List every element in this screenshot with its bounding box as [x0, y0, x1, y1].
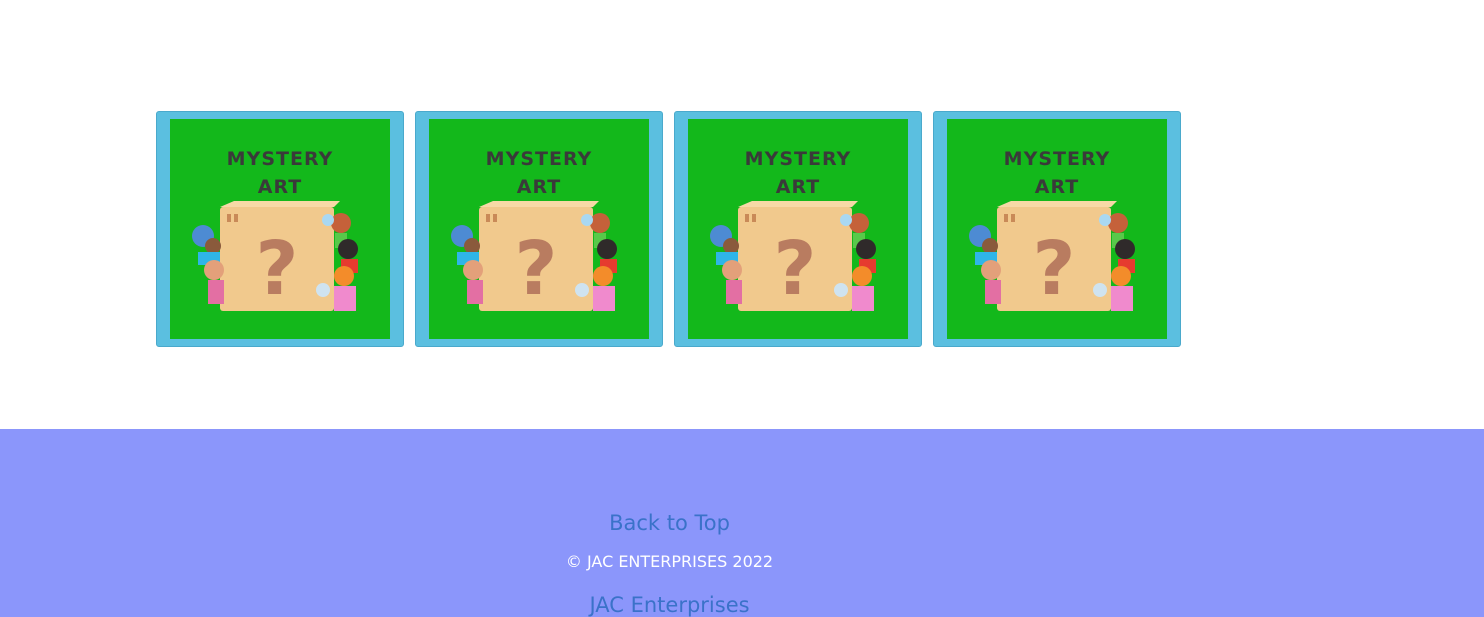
- mystery-box-illustration: ?: [451, 201, 617, 312]
- svg-text:?: ?: [515, 226, 558, 312]
- product-gallery: MYSTERY ART ? MYSTERY ART ? MYSTERY ART …: [156, 111, 1181, 347]
- copyright-text: © JAC ENTERPRISES 2022: [565, 552, 774, 571]
- site-footer: Back to Top © JAC ENTERPRISES 2022 JAC E…: [0, 429, 1484, 617]
- mystery-art-card-1[interactable]: MYSTERY ART ?: [156, 111, 404, 347]
- mystery-art-card-4[interactable]: MYSTERY ART ?: [933, 111, 1181, 347]
- mystery-art-image: MYSTERY ART ?: [947, 119, 1167, 339]
- mystery-box-illustration: ?: [192, 201, 358, 312]
- back-to-top-link[interactable]: Back to Top: [0, 511, 1339, 535]
- svg-text:?: ?: [1033, 226, 1076, 312]
- mystery-art-image: MYSTERY ART ?: [688, 119, 908, 339]
- mystery-art-image: MYSTERY ART ?: [429, 119, 649, 339]
- brand-link[interactable]: JAC Enterprises: [0, 593, 1339, 617]
- mystery-art-card-2[interactable]: MYSTERY ART ?: [415, 111, 663, 347]
- mystery-box-illustration: ?: [969, 201, 1135, 312]
- mystery-art-image: MYSTERY ART ?: [170, 119, 390, 339]
- mystery-art-card-3[interactable]: MYSTERY ART ?: [674, 111, 922, 347]
- mystery-box-illustration: ?: [710, 201, 876, 312]
- svg-text:?: ?: [256, 226, 299, 312]
- svg-text:?: ?: [774, 226, 817, 312]
